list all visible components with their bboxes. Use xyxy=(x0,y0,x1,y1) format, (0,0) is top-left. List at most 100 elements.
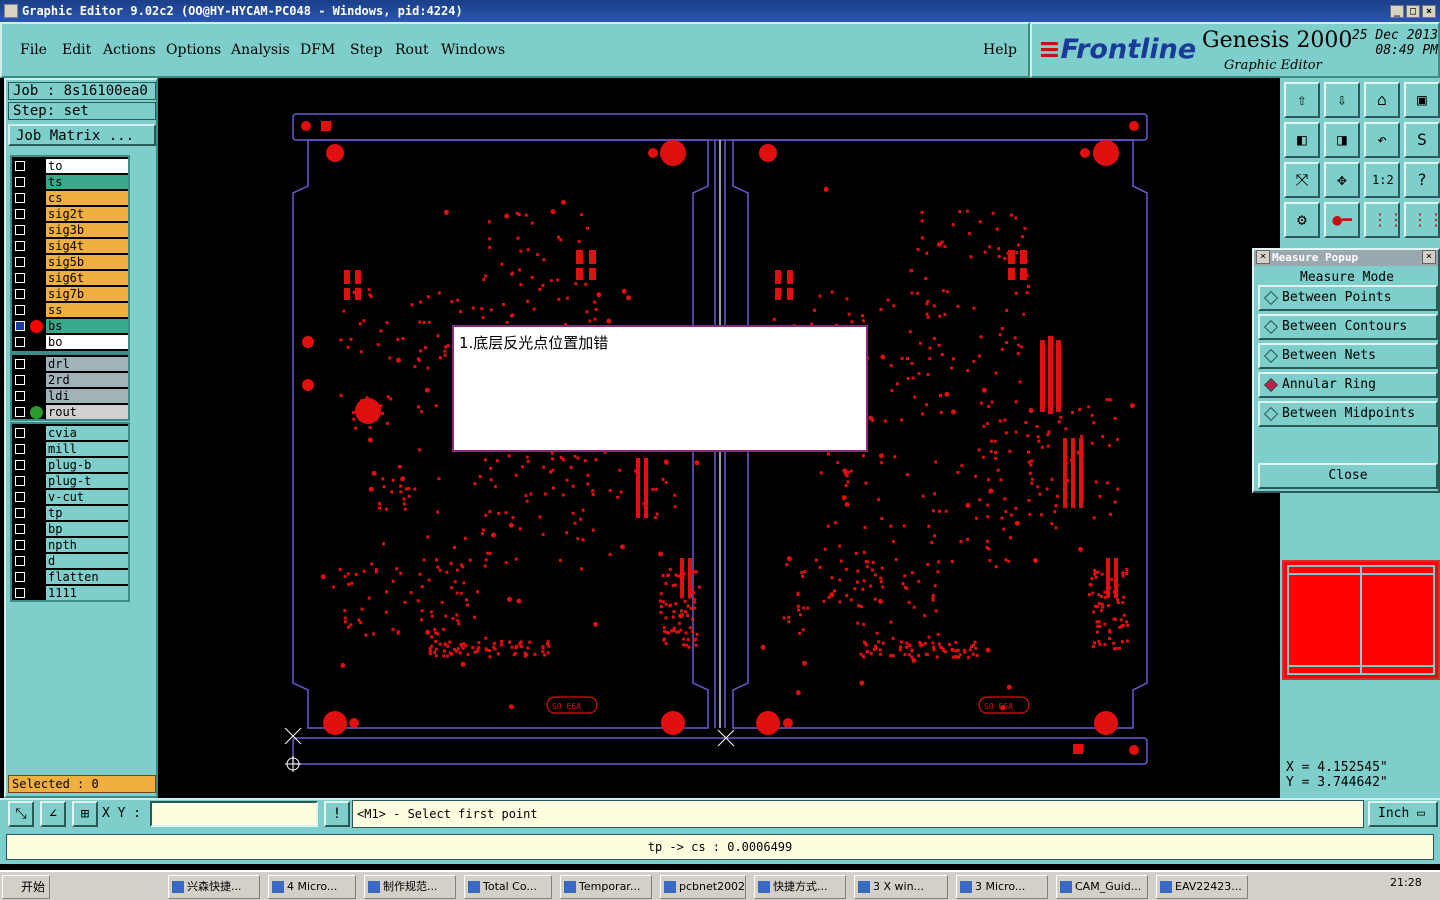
close-window-button[interactable]: × xyxy=(1422,5,1436,18)
layer-checkbox[interactable] xyxy=(15,359,25,369)
layer-checkbox[interactable] xyxy=(15,572,25,582)
layer-checkbox[interactable] xyxy=(15,375,25,385)
redraw-icon[interactable]: S xyxy=(1404,122,1440,158)
pan-left-icon[interactable]: ◧ xyxy=(1284,122,1320,158)
menu-edit[interactable]: Edit xyxy=(62,42,91,58)
menu-actions[interactable]: Actions xyxy=(103,42,156,58)
menu-help[interactable]: Help xyxy=(983,42,1017,58)
layer-name[interactable]: 2rd xyxy=(46,373,128,387)
angle-mode-icon[interactable]: ∠ xyxy=(40,801,66,827)
alert-icon[interactable]: ! xyxy=(324,801,350,827)
snap-mode-icon[interactable]: ⤡ xyxy=(8,801,34,827)
xy-input[interactable] xyxy=(150,801,318,827)
layer-checkbox[interactable] xyxy=(15,476,25,486)
mode-between-contours[interactable]: Between Contours xyxy=(1258,314,1438,340)
layer-checkbox[interactable] xyxy=(15,177,25,187)
layer-name[interactable]: sig4t xyxy=(46,239,128,253)
layer-row-plug-b[interactable]: plug-b xyxy=(12,457,128,473)
layer-name[interactable]: sig6t xyxy=(46,271,128,285)
layer-name[interactable]: bs xyxy=(46,319,128,333)
layer-row-mill[interactable]: mill xyxy=(12,441,128,457)
layer-name[interactable]: 1111 xyxy=(46,586,128,600)
zoom-save-icon[interactable]: ⇩ xyxy=(1324,82,1360,118)
layer-name[interactable]: sig5b xyxy=(46,255,128,269)
menu-options[interactable]: Options xyxy=(166,42,221,58)
measure-icon[interactable]: ●━ xyxy=(1324,202,1360,238)
layer-row-plug-t[interactable]: plug-t xyxy=(12,473,128,489)
layer-row-cs[interactable]: cs xyxy=(12,190,128,206)
layer-row-drl[interactable]: drl xyxy=(12,356,128,372)
home-icon[interactable]: ⌂ xyxy=(1364,82,1400,118)
layer-name[interactable]: sig2t xyxy=(46,207,128,221)
layer-row-tp[interactable]: tp xyxy=(12,505,128,521)
layer-checkbox[interactable] xyxy=(15,321,25,331)
taskbar-item[interactable]: 兴森快捷... xyxy=(168,875,260,899)
layer-name[interactable]: bp xyxy=(46,522,128,536)
layer-row-sig6t[interactable]: sig6t xyxy=(12,270,128,286)
menu-step[interactable]: Step xyxy=(350,42,382,58)
mode-between-midpoints[interactable]: Between Midpoints xyxy=(1258,401,1438,427)
layer-checkbox[interactable] xyxy=(15,556,25,566)
ratio-icon[interactable]: 1:2 xyxy=(1364,162,1400,198)
menu-windows[interactable]: Windows xyxy=(441,42,505,58)
layer-checkbox[interactable] xyxy=(15,524,25,534)
mode-between-points[interactable]: Between Points xyxy=(1258,285,1438,311)
taskbar-item[interactable]: CAM_Guid... xyxy=(1056,875,1148,899)
layer-row-cvia[interactable]: cvia xyxy=(12,425,128,441)
minimize-button[interactable]: _ xyxy=(1390,5,1404,18)
taskbar-item[interactable]: 制作规范... xyxy=(364,875,456,899)
layer-row-flatten[interactable]: flatten xyxy=(12,569,128,585)
layer-checkbox[interactable] xyxy=(15,241,25,251)
layer-name[interactable]: ts xyxy=(46,175,128,189)
layer-checkbox[interactable] xyxy=(15,257,25,267)
pan-right-icon[interactable]: ◨ xyxy=(1324,122,1360,158)
taskbar-item[interactable]: 3 X win... xyxy=(854,875,948,899)
layer-row-sig2t[interactable]: sig2t xyxy=(12,206,128,222)
help-icon[interactable]: ? xyxy=(1404,162,1440,198)
layer-row-rout[interactable]: rout xyxy=(12,404,128,420)
taskbar-item[interactable]: 快捷方式... xyxy=(754,875,846,899)
mode-annular-ring[interactable]: Annular Ring xyxy=(1258,372,1438,398)
layer-checkbox[interactable] xyxy=(15,428,25,438)
layer-checkbox[interactable] xyxy=(15,209,25,219)
layer-checkbox[interactable] xyxy=(15,161,25,171)
layer-name[interactable]: ldi xyxy=(46,389,128,403)
maximize-button[interactable]: □ xyxy=(1406,5,1420,18)
layer-row-bo[interactable]: bo xyxy=(12,334,128,350)
layer-name[interactable]: bo xyxy=(46,335,128,349)
layer-name[interactable]: ss xyxy=(46,303,128,317)
layer-name[interactable]: flatten xyxy=(46,570,128,584)
layer-row-npth[interactable]: npth xyxy=(12,537,128,553)
taskbar-item[interactable]: 3 Micro... xyxy=(956,875,1048,899)
overview-map[interactable] xyxy=(1282,560,1440,680)
menu-dfm[interactable]: DFM xyxy=(300,42,335,58)
menu-analysis[interactable]: Analysis xyxy=(231,42,290,58)
menu-rout[interactable]: Rout xyxy=(395,42,429,58)
layer-row-ldi[interactable]: ldi xyxy=(12,388,128,404)
layer-checkbox[interactable] xyxy=(15,273,25,283)
center-icon[interactable]: ✥ xyxy=(1324,162,1360,198)
measure-close-button[interactable]: Close xyxy=(1258,463,1438,489)
fit-icon[interactable]: ⤧ xyxy=(1284,162,1320,198)
mode-between-nets[interactable]: Between Nets xyxy=(1258,343,1438,369)
layer-row-sig7b[interactable]: sig7b xyxy=(12,286,128,302)
layer-row-ss[interactable]: ss xyxy=(12,302,128,318)
layer-row-2rd[interactable]: 2rd xyxy=(12,372,128,388)
zoom-home-icon[interactable]: ⇧ xyxy=(1284,82,1320,118)
layer-checkbox[interactable] xyxy=(15,407,25,417)
layer-name[interactable]: d xyxy=(46,554,128,568)
layer-name[interactable]: tp xyxy=(46,506,128,520)
layer-row-sig3b[interactable]: sig3b xyxy=(12,222,128,238)
layer-name[interactable]: rout xyxy=(46,405,128,419)
layer-checkbox[interactable] xyxy=(15,444,25,454)
taskbar-item[interactable]: 4 Micro... xyxy=(268,875,356,899)
taskbar-item[interactable]: Temporar... xyxy=(560,875,652,899)
layer-row-sig5b[interactable]: sig5b xyxy=(12,254,128,270)
window-icon[interactable]: ▣ xyxy=(1404,82,1440,118)
layer-checkbox[interactable] xyxy=(15,460,25,470)
start-button[interactable]: 开始 xyxy=(2,875,50,899)
layer-name[interactable]: mill xyxy=(46,442,128,456)
layer-name[interactable]: sig3b xyxy=(46,223,128,237)
undo-view-icon[interactable]: ↶ xyxy=(1364,122,1400,158)
layer-name[interactable]: drl xyxy=(46,357,128,371)
